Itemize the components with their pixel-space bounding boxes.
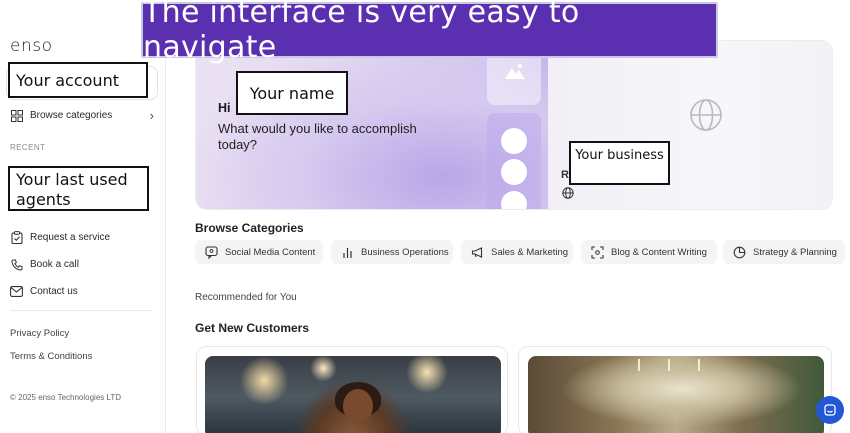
logo[interactable]: enso <box>10 36 53 56</box>
mail-icon <box>10 285 23 298</box>
callout-your-account: Your account <box>8 62 148 98</box>
business-name-initial: R <box>561 169 569 181</box>
clipboard-check-icon <box>10 231 23 244</box>
website-globe-icon[interactable] <box>562 187 574 199</box>
agent-bubble <box>501 128 527 154</box>
callout-your-name: Your name <box>236 71 348 115</box>
agent-card[interactable] <box>196 346 508 433</box>
terms-conditions-link[interactable]: Terms & Conditions <box>10 351 92 362</box>
category-chip-label: Blog & Content Writing <box>611 246 707 258</box>
category-chip-label: Sales & Marketing <box>491 246 569 258</box>
agent-card-image <box>528 356 824 433</box>
hero-question: What would you like to accomplish today? <box>218 121 417 152</box>
agent-bubble <box>501 191 527 209</box>
request-service-label: Request a service <box>30 232 111 243</box>
book-call-link[interactable]: Book a call <box>10 258 79 271</box>
recent-label: RECENT <box>10 143 46 152</box>
image-placeholder-icon <box>505 64 525 79</box>
agent-bubble <box>501 159 527 185</box>
section-title: Get New Customers <box>195 321 310 335</box>
headline-banner: The interface is very easy to navigate <box>141 0 718 65</box>
agent-card-image <box>205 356 501 433</box>
phone-icon <box>10 258 23 271</box>
globe-icon <box>690 99 722 131</box>
browse-categories-title: Browse Categories <box>195 221 304 235</box>
person-face <box>343 389 373 423</box>
lamp-decoration <box>698 359 700 371</box>
privacy-policy-link[interactable]: Privacy Policy <box>10 328 69 339</box>
bar-chart-icon <box>341 246 354 259</box>
category-chip-business-operations[interactable]: Business Operations <box>331 240 453 264</box>
category-chip-label: Strategy & Planning <box>753 246 837 258</box>
chat-icon <box>824 404 836 416</box>
megaphone-icon <box>471 246 484 259</box>
grid-icon <box>10 109 23 122</box>
category-chip-label: Social Media Content <box>225 246 316 258</box>
callout-last-used-agents: Your last used agents <box>8 166 149 211</box>
recommended-label: Recommended for You <box>195 292 297 303</box>
chat-bubble-icon <box>205 245 218 259</box>
category-chip-blog-content[interactable]: Blog & Content Writing <box>581 240 717 264</box>
callout-your-business: Your business <box>569 141 670 185</box>
hero-greeting: Hi <box>218 101 231 115</box>
lamp-decoration <box>668 359 670 371</box>
copyright-text: © 2025 enso Technologies LTD <box>10 393 122 402</box>
category-chip-label: Business Operations <box>361 246 449 258</box>
browse-categories-button[interactable]: Browse categories › <box>10 108 154 123</box>
contact-us-label: Contact us <box>30 286 78 297</box>
pie-chart-icon <box>733 246 746 259</box>
chat-launcher-button[interactable] <box>816 396 844 424</box>
contact-us-link[interactable]: Contact us <box>10 285 78 298</box>
agent-card[interactable] <box>518 346 832 433</box>
chevron-right-icon: › <box>149 108 154 123</box>
scan-icon <box>591 245 604 259</box>
hero-card: Hi What would you like to accomplish tod… <box>195 40 833 210</box>
browse-categories-label: Browse categories <box>30 110 113 121</box>
category-chip-sales-marketing[interactable]: Sales & Marketing <box>461 240 573 264</box>
request-service-link[interactable]: Request a service <box>10 231 110 244</box>
book-call-label: Book a call <box>30 259 79 270</box>
category-chip-strategy-planning[interactable]: Strategy & Planning <box>723 240 845 264</box>
category-chip-social-media[interactable]: Social Media Content <box>195 240 323 264</box>
headline-text: The interface is very easy to navigate <box>143 0 580 65</box>
lamp-decoration <box>638 359 640 371</box>
sidebar-divider <box>10 310 152 311</box>
